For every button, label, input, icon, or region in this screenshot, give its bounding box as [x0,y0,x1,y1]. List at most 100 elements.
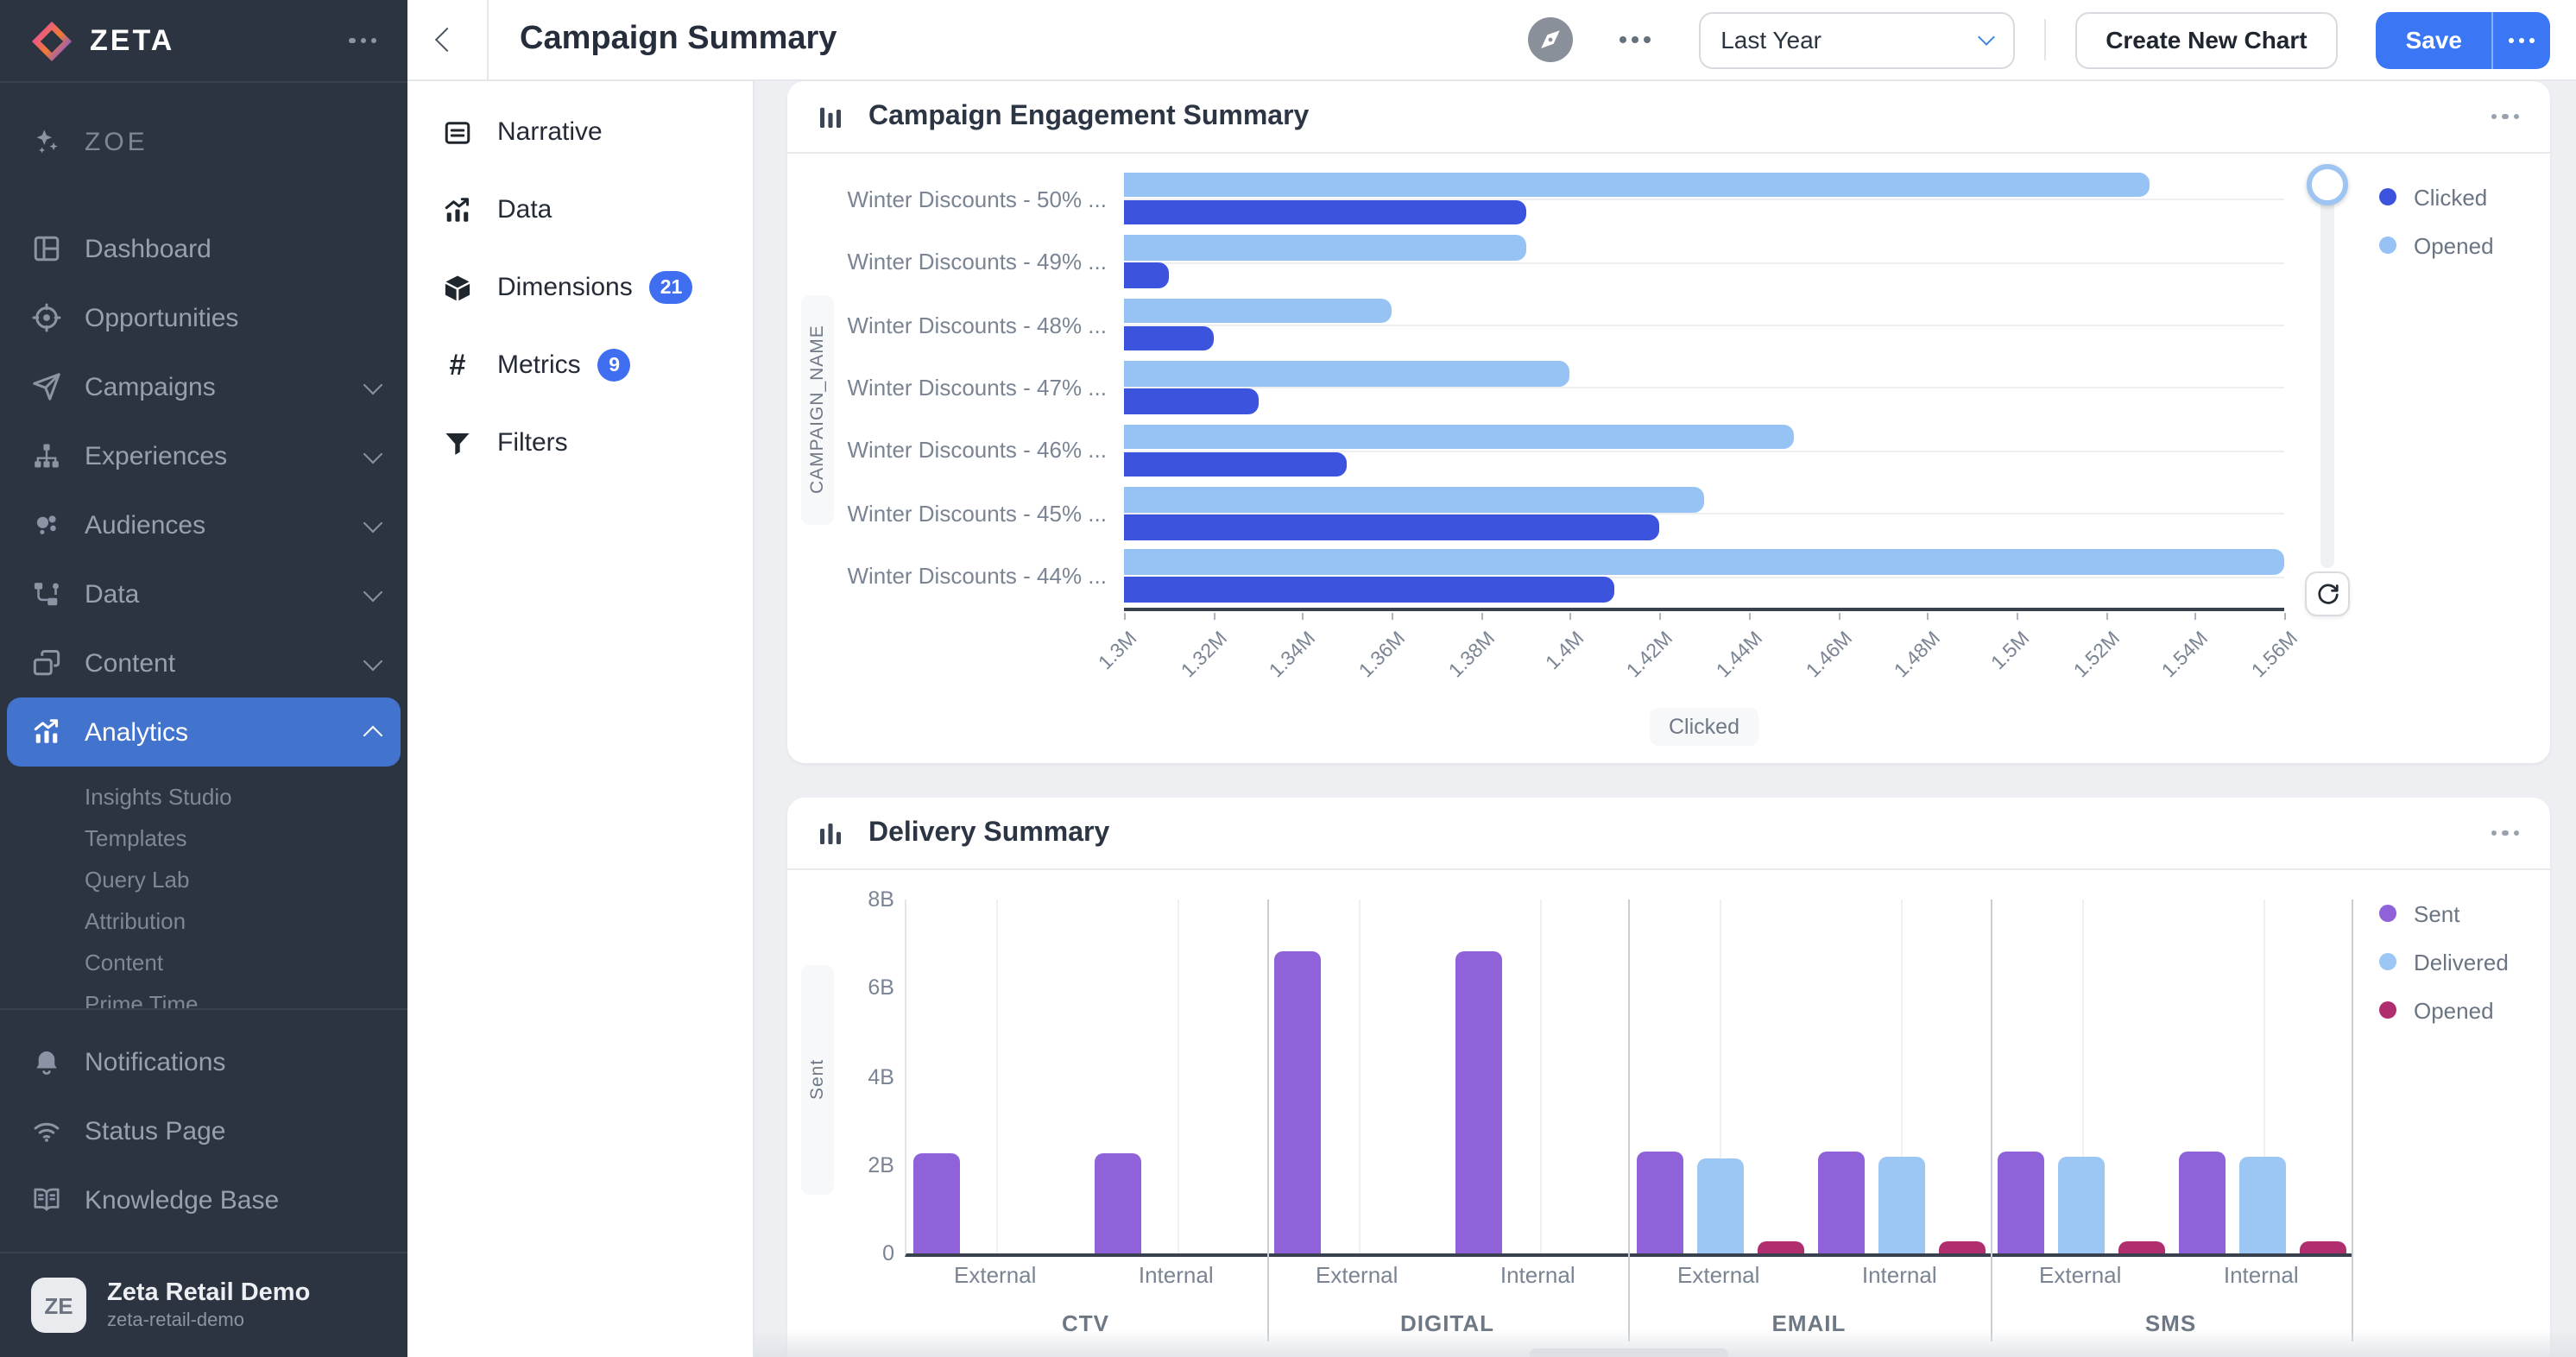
sidebar-item-analytics[interactable]: Analytics [7,697,401,767]
legend-item-opened[interactable]: Opened [2379,994,2509,1026]
date-range-select[interactable]: Last Year [1698,11,2014,68]
opened-bar[interactable] [1124,236,1525,261]
clicked-bar[interactable] [1124,451,1347,477]
sidebar-item-campaigns[interactable]: Campaigns [7,352,401,421]
config-item-data[interactable]: Data [407,171,753,249]
x-tick-label: 1.38M [1445,628,1499,682]
sidebar-subitem-attribution[interactable]: Attribution [85,899,407,941]
delivered-bar[interactable] [2239,1156,2286,1253]
metrics-icon: # [442,350,473,381]
delivered-bar[interactable] [1697,1158,1744,1253]
chart-legend: Clicked Opened [2379,181,2494,278]
clicked-bar[interactable] [1124,388,1258,413]
chart-options-icon[interactable] [2489,114,2522,120]
legend-item-delivered[interactable]: Delivered [2379,946,2509,977]
chart-scrollbar-track[interactable] [2320,171,2334,568]
sidebar-divider [0,1008,407,1010]
knowledge-base-icon [31,1184,62,1215]
sidebar-item-label: Content [85,648,366,678]
x-tick-label: 1.5M [1989,628,2035,674]
audiences-icon [31,509,62,540]
config-item-narrative[interactable]: Narrative [407,93,753,171]
opened-bar[interactable] [1124,424,1793,449]
sidebar-item-audiences[interactable]: Audiences [7,490,401,559]
save-button[interactable]: Save [2377,11,2491,68]
clicked-bar[interactable] [1124,200,1525,225]
opened-bar[interactable] [1124,173,2150,198]
opened-bar[interactable] [1124,550,2284,575]
sidebar-item-zoe[interactable]: ZOE [0,107,407,176]
config-item-dimensions[interactable]: Dimensions21 [407,249,753,326]
sidebar-subitem-templates[interactable]: Templates [85,817,407,858]
sent-bar[interactable] [1998,1151,2045,1253]
y-axis-label: Sent [801,965,834,1195]
sent-bar[interactable] [2179,1151,2226,1253]
sidebar-item-opportunities[interactable]: Opportunities [7,283,401,352]
opened-bar[interactable] [2119,1241,2166,1253]
delivered-bar[interactable] [2059,1156,2106,1253]
subgroup-label: Internal [1086,1262,1267,1288]
subgroup-label: External [905,1262,1086,1288]
sidebar-menu-icon[interactable] [347,38,380,43]
sent-bar[interactable] [1455,952,1502,1254]
more-options-icon[interactable] [1616,36,1653,43]
legend-item-sent[interactable]: Sent [2379,898,2509,929]
delivered-bar[interactable] [1878,1156,1924,1253]
legend-item-clicked[interactable]: Clicked [2379,181,2494,212]
user-account[interactable]: ZE Zeta Retail Demo zeta-retail-demo [0,1252,407,1357]
sent-bar[interactable] [1275,952,1322,1254]
sent-bar[interactable] [1637,1152,1683,1253]
opened-bar[interactable] [1124,299,1392,324]
back-button[interactable] [407,0,489,79]
sidebar-item-data[interactable]: Data [7,559,401,628]
opened-bar[interactable] [2300,1241,2346,1253]
category-label: Winter Discounts - 49% ... [894,230,1107,293]
config-item-metrics[interactable]: #Metrics9 [407,326,753,404]
chevron-down-icon [363,651,383,671]
sidebar-item-knowledge-base[interactable]: Knowledge Base [7,1165,401,1234]
group-label: CTV [905,1310,1266,1336]
clicked-bar[interactable] [1124,578,1615,603]
create-new-chart-button[interactable]: Create New Chart [2074,11,2338,68]
opened-bar[interactable] [1758,1241,1804,1253]
chart-row [1124,482,2284,545]
refresh-button[interactable] [2305,571,2350,616]
sidebar-subitem-query-lab[interactable]: Query Lab [85,858,407,899]
sidebar-item-experiences[interactable]: Experiences [7,421,401,490]
y-axis-label: CAMPAIGN_NAME [801,295,834,525]
opened-bar[interactable] [1124,487,1704,512]
chart-options-icon[interactable] [2489,830,2522,836]
sidebar-item-status-page[interactable]: Status Page [7,1096,401,1165]
sidebar-item-dashboard[interactable]: Dashboard [7,214,401,283]
chart-scroll-handle[interactable] [2307,164,2348,205]
count-badge: 21 [650,271,693,304]
sidebar-item-content[interactable]: Content [7,628,401,697]
category-label: Winter Discounts - 48% ... [894,293,1107,357]
clicked-bar[interactable] [1124,514,1659,540]
config-item-filters[interactable]: Filters [407,404,753,482]
x-tick-label: 1.54M [2159,628,2213,682]
clicked-bar[interactable] [1124,263,1169,288]
legend-item-opened[interactable]: Opened [2379,230,2494,261]
brand-name: ZETA [90,23,174,58]
opened-bar[interactable] [1938,1241,1985,1253]
clicked-bar[interactable] [1124,326,1213,351]
sent-bar[interactable] [1094,1152,1140,1253]
group-label: EMAIL [1628,1310,1990,1336]
horizontal-scrollbar-thumb[interactable] [1530,1348,1728,1357]
legend-label: Opened [2414,232,2494,258]
sidebar-item-label: Status Page [85,1116,380,1146]
sent-bar[interactable] [913,1152,960,1253]
chevron-up-icon [363,726,383,746]
compass-icon[interactable] [1526,16,1575,64]
sent-bar[interactable] [1817,1151,1864,1253]
opened-bar[interactable] [1124,361,1570,386]
sidebar-item-notifications[interactable]: Notifications [7,1027,401,1096]
chevron-left-icon [435,28,459,52]
sidebar-subitem-prime-time[interactable]: Prime Time [85,982,407,1008]
chart-config-panel: NarrativeDataDimensions21#Metrics9Filter… [407,81,754,1357]
y-axis-ticks: 02B4B6B8B [836,899,894,1253]
save-more-button[interactable] [2491,11,2550,68]
sidebar-subitem-insights-studio[interactable]: Insights Studio [85,775,407,817]
sidebar-subitem-content[interactable]: Content [85,941,407,982]
